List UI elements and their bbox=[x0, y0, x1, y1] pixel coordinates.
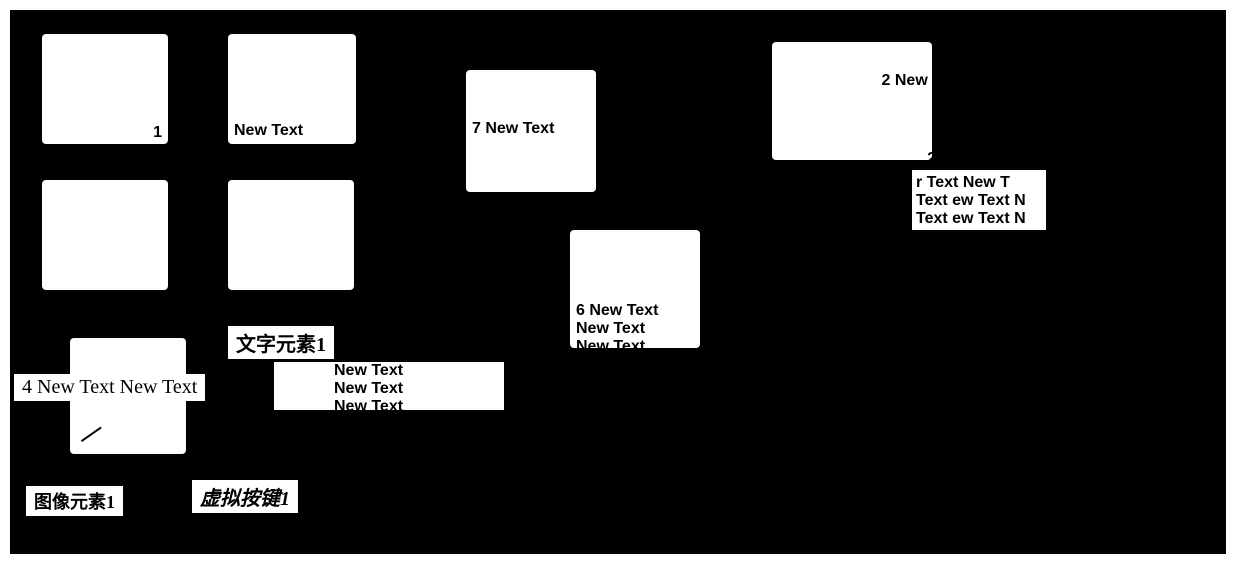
label-image-element: 图像元素1 bbox=[26, 486, 123, 516]
card-7-text: 7 New Text bbox=[472, 120, 590, 138]
image-slash-icon bbox=[81, 427, 102, 442]
label-virtual-key[interactable]: 虚拟按键1 bbox=[192, 480, 298, 513]
card-2-bottom-num: 2 bbox=[927, 150, 932, 160]
card-7: 7 New Text bbox=[466, 70, 596, 192]
edge-strip-right: r Text New T Text ew Text N Text ew Text… bbox=[912, 170, 1046, 230]
card-5-text: New Text New Text New Text bbox=[280, 362, 498, 410]
black-canvas: 1 New Text 7 New Text 6 New Text New Tex… bbox=[10, 10, 1226, 554]
card-6: 6 New Text New Text New Text bbox=[570, 230, 700, 348]
card-text-area: New Text bbox=[228, 34, 356, 144]
card-top-left-1: 1 bbox=[42, 34, 168, 144]
label-text-element: 文字元素1 bbox=[228, 326, 334, 359]
card-6-text: 6 New Text New Text New Text bbox=[576, 302, 658, 348]
diagram-root: { "cards": { "c_top_left_1": { "text": "… bbox=[0, 0, 1240, 564]
card-2-corner-text: 2 New T bbox=[882, 72, 932, 90]
card-mid-left-1 bbox=[42, 180, 168, 290]
card-5: New Text New Text New Text bbox=[274, 362, 504, 410]
card-mid-left-2 bbox=[228, 180, 354, 290]
card-top-left-1-text: 1 bbox=[42, 124, 168, 142]
card-text-area-text: New Text bbox=[234, 122, 303, 140]
card-2: 2 New T 2 bbox=[772, 42, 932, 160]
label-new-text-pair: 4 New Text New Text bbox=[14, 374, 205, 401]
